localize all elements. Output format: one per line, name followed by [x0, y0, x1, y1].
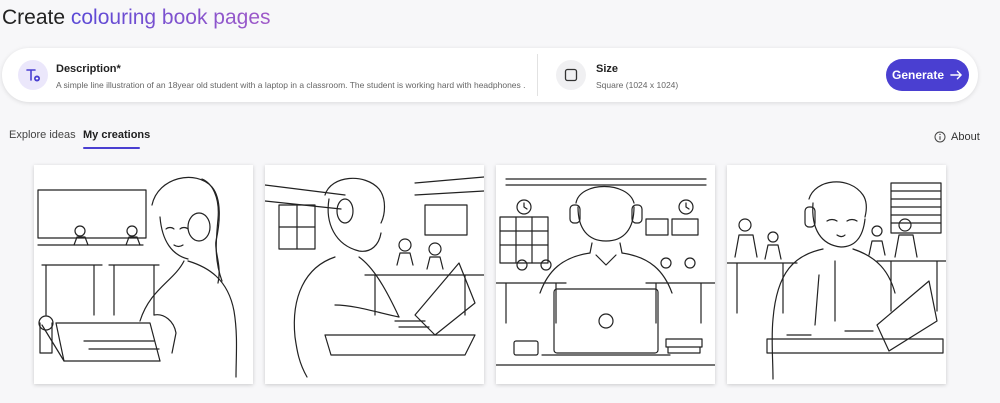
size-label: Size [596, 63, 619, 75]
creation-image-1[interactable] [34, 165, 253, 384]
generate-button[interactable]: Generate [886, 59, 969, 91]
creation-image-4[interactable] [727, 165, 946, 384]
title-prefix: Create [2, 6, 66, 29]
description-input[interactable]: A simple line illustration of an 18year … [56, 80, 526, 90]
prompt-divider [537, 54, 538, 96]
text-edit-icon [18, 60, 48, 90]
page-title: Create colouring book pages [2, 6, 271, 30]
prompt-bar: Description* A simple line illustration … [2, 48, 978, 102]
creation-image-3[interactable] [496, 165, 715, 384]
arrow-right-icon [950, 70, 962, 80]
square-size-icon[interactable] [556, 60, 586, 90]
description-label: Description* [56, 63, 121, 75]
title-accent: colouring book pages [70, 6, 271, 29]
about-label: About [951, 131, 980, 143]
tab-explore-ideas[interactable]: Explore ideas [9, 129, 76, 141]
info-icon [934, 131, 946, 143]
creation-image-2[interactable] [265, 165, 484, 384]
active-tab-indicator [83, 147, 140, 149]
tab-my-creations[interactable]: My creations [83, 129, 150, 141]
size-selector[interactable]: Square (1024 x 1024) [596, 80, 678, 90]
about-link[interactable]: About [934, 131, 980, 143]
generate-label: Generate [892, 68, 945, 82]
